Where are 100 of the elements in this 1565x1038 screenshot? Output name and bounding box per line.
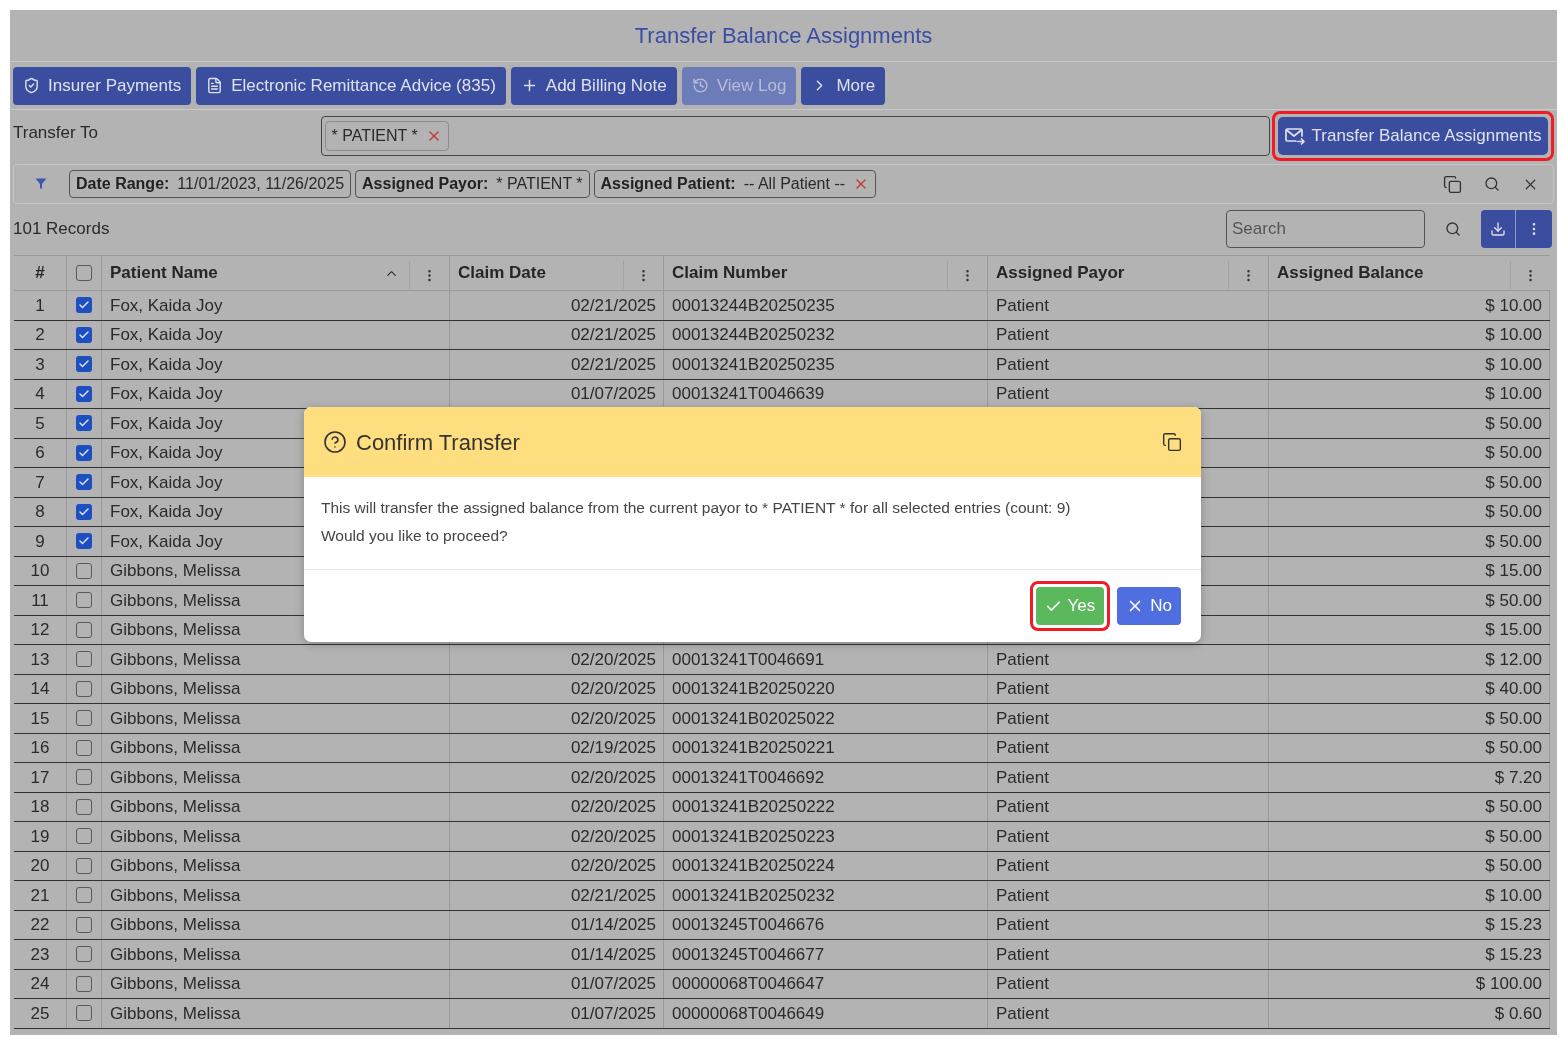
table-cell: $ 12.00: [1269, 645, 1550, 674]
table-cell: 1: [14, 291, 67, 320]
row-checkbox[interactable]: [76, 592, 92, 609]
column-header[interactable]: Assigned Balance: [1277, 260, 1424, 286]
row-checkbox[interactable]: [76, 739, 92, 756]
table-cell: $ 50.00: [1269, 409, 1550, 438]
shield-icon: [23, 77, 40, 94]
table-cell: 02/20/2025: [450, 822, 664, 851]
filter-label: Assigned Patient:: [600, 174, 736, 194]
select-all-checkbox[interactable]: [76, 265, 92, 281]
search-icon[interactable]: [1484, 176, 1500, 192]
checkmark-icon: [78, 387, 90, 400]
row-checkbox[interactable]: [76, 385, 92, 402]
table-cell: $ 50.00: [1269, 733, 1550, 762]
transfer-to-field[interactable]: * PATIENT *: [320, 116, 1270, 156]
table-cell: $ 15.00: [1269, 556, 1550, 585]
filter-chip[interactable]: Assigned Patient: -- All Patient --: [593, 170, 877, 198]
table-cell: Gibbons, Melissa: [102, 851, 450, 880]
column-header[interactable]: Claim Number: [672, 260, 788, 286]
table-cell: Fox, Kaida Joy: [102, 350, 450, 379]
toolbar-button[interactable]: Add Billing Note: [510, 66, 677, 105]
transfer-button[interactable]: Transfer Balance Assignments: [1278, 117, 1548, 155]
page-title: Transfer Balance Assignments: [634, 22, 933, 50]
row-checkbox[interactable]: [76, 887, 92, 904]
table-cell: 3: [14, 350, 67, 379]
copy-icon[interactable]: [1443, 174, 1462, 194]
copy-icon[interactable]: [1162, 432, 1182, 452]
row-checkbox[interactable]: [76, 326, 92, 343]
table-cell: 01/07/2025: [450, 999, 664, 1028]
row-checkbox[interactable]: [76, 798, 92, 815]
row-checkbox[interactable]: [76, 916, 92, 933]
toolbar-button[interactable]: More: [801, 66, 886, 105]
toolbar-button[interactable]: Insurer Payments: [13, 66, 192, 105]
table-cell: 00013241B20250221: [664, 733, 988, 762]
column-header[interactable]: Patient Name: [110, 260, 218, 286]
table-cell: 19: [14, 822, 67, 851]
table-cell: Patient: [988, 733, 1269, 762]
table-cell: Gibbons, Melissa: [102, 704, 450, 733]
filter-chip[interactable]: Date Range: 11/01/2023, 11/26/2025: [69, 170, 352, 198]
row-checkbox[interactable]: [76, 533, 92, 550]
column-header[interactable]: #: [35, 260, 45, 286]
table-cell: 00013241B20250222: [664, 792, 988, 821]
table-cell: Patient: [988, 910, 1269, 939]
table-cell: Patient: [988, 645, 1269, 674]
cancel-button[interactable]: No: [1117, 587, 1181, 625]
row-checkbox[interactable]: [76, 769, 92, 786]
row-checkbox[interactable]: [76, 710, 92, 727]
checkmark-icon: [78, 446, 90, 459]
table-cell: $ 40.00: [1269, 674, 1550, 703]
table-cell: 02/21/2025: [450, 350, 664, 379]
row-checkbox[interactable]: [76, 975, 92, 992]
table-cell: 00013241B20250224: [664, 851, 988, 880]
search-field[interactable]: Search: [1226, 210, 1425, 248]
table-cell: Patient: [988, 763, 1269, 792]
table-cell: 00000068T0046647: [664, 969, 988, 998]
row-checkbox[interactable]: [76, 1005, 92, 1022]
table-cell: $ 10.00: [1269, 291, 1550, 320]
table-cell: 00013241B20250223: [664, 822, 988, 851]
table-cell: 02/20/2025: [450, 645, 664, 674]
row-checkbox[interactable]: [76, 857, 92, 874]
table-cell: 21: [14, 881, 67, 910]
table-cell: $ 15.23: [1269, 940, 1550, 969]
history-icon: [691, 77, 709, 94]
table-cell: 02/19/2025: [450, 733, 664, 762]
table-cell: Fox, Kaida Joy: [102, 291, 450, 320]
checkmark-icon: [78, 328, 90, 341]
row-checkbox[interactable]: [76, 946, 92, 963]
table-cell: 01/14/2025: [450, 940, 664, 969]
table-cell: Gibbons, Melissa: [102, 999, 450, 1028]
filter-icon[interactable]: [35, 178, 47, 190]
table-cell: 00013241T0046691: [664, 645, 988, 674]
table-cell: 00013244B20250235: [664, 291, 988, 320]
table-cell: Gibbons, Melissa: [102, 674, 450, 703]
row-checkbox[interactable]: [76, 562, 92, 579]
table-cell: 02/21/2025: [450, 291, 664, 320]
envelope-arrow-icon: [1284, 127, 1305, 145]
filter-chip[interactable]: Assigned Payor: * PATIENT *: [355, 170, 590, 198]
table-cell: $ 10.00: [1269, 320, 1550, 349]
row-checkbox[interactable]: [76, 356, 92, 373]
table-cell: $ 15.00: [1269, 615, 1550, 644]
row-checkbox[interactable]: [76, 651, 92, 668]
row-checkbox[interactable]: [76, 415, 92, 432]
row-checkbox[interactable]: [76, 444, 92, 461]
column-header[interactable]: Claim Date: [458, 260, 546, 286]
toolbar-button[interactable]: Electronic Remittance Advice (835): [196, 66, 506, 105]
column-header[interactable]: Assigned Payor: [996, 260, 1125, 286]
row-checkbox[interactable]: [76, 680, 92, 697]
table-cell: Gibbons, Melissa: [102, 645, 450, 674]
table-cell: 20: [14, 851, 67, 880]
table-cell: $ 50.00: [1269, 704, 1550, 733]
row-checkbox[interactable]: [76, 503, 92, 520]
row-checkbox[interactable]: [76, 297, 92, 314]
row-checkbox[interactable]: [76, 474, 92, 491]
row-checkbox[interactable]: [76, 621, 92, 638]
table-cell: 8: [14, 497, 67, 526]
row-checkbox[interactable]: [76, 828, 92, 845]
table-cell: $ 15.23: [1269, 910, 1550, 939]
filter-label: Date Range:: [76, 174, 170, 194]
search-icon[interactable]: [1445, 221, 1461, 237]
table-cell: $ 50.00: [1269, 586, 1550, 615]
